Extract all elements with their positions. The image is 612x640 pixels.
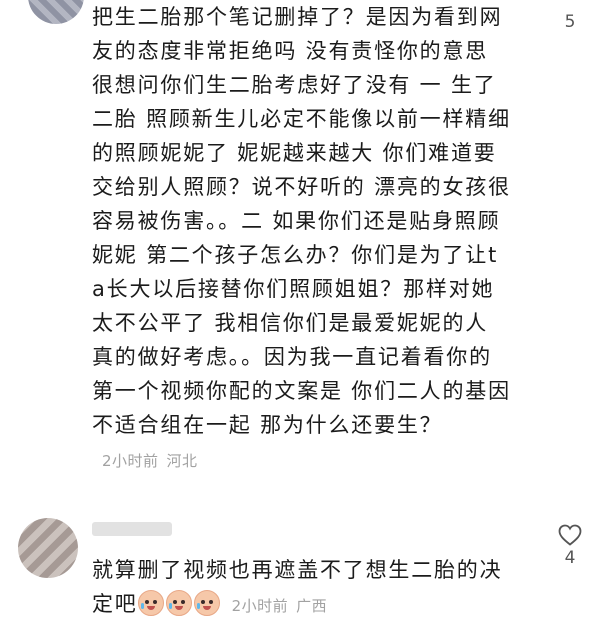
comment-text: 就算删了视频也再遮盖不了想生二胎的决定吧 2小时前 广西 [92,553,512,623]
emoji-group [137,588,222,622]
crying-laughing-emoji [137,590,164,616]
comment-location: 河北 [166,452,198,470]
comment-text: 把生二胎那个笔记删掉了？是因为看到网友的态度非常拒绝吗 没有责怪你的意思 很想问… [92,0,512,478]
username-redacted[interactable] [92,522,172,536]
like-count: 5 [564,12,576,32]
like-count: 4 [564,548,576,568]
comment-body: 把生二胎那个笔记删掉了？是因为看到网友的态度非常拒绝吗 没有责怪你的意思 很想问… [92,5,511,437]
avatar[interactable] [18,518,78,578]
comment-location: 广西 [296,597,328,615]
crying-laughing-emoji [193,590,220,616]
like-button[interactable]: 4 [550,524,590,568]
comment-time: 2小时前 [102,452,159,470]
comment-meta: 2小时前 河北 [102,452,206,470]
comment-meta: 2小时前 广西 [232,597,336,615]
like-button[interactable]: 5 [550,10,590,32]
heart-icon[interactable] [558,524,582,546]
comment-time: 2小时前 [231,597,289,615]
avatar[interactable] [28,0,84,24]
crying-laughing-emoji [165,590,192,616]
